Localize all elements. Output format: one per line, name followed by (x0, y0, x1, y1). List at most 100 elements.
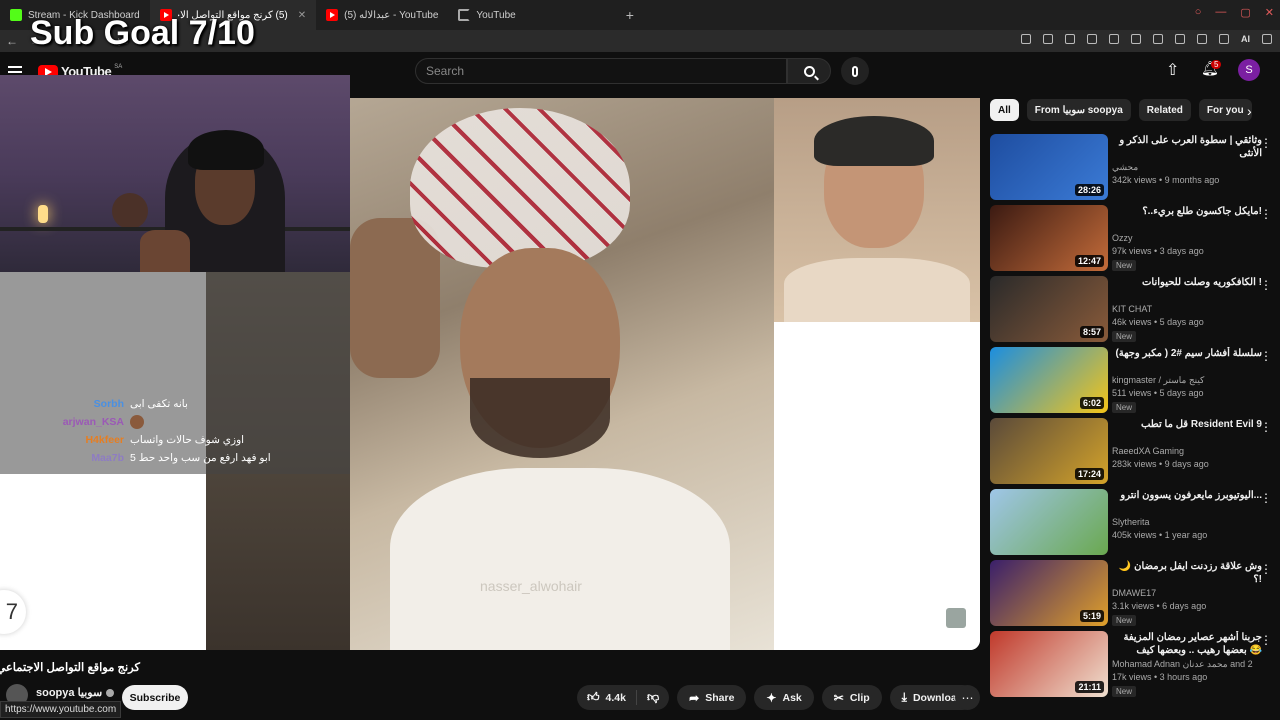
new-badge: New (1112, 331, 1137, 342)
recommendation-meta: 46k views • 5 days ago (1112, 317, 1204, 327)
clip-label: Clip (849, 691, 870, 704)
more-options-icon[interactable]: ⋮ (1260, 278, 1272, 292)
like-button[interactable]: 👍︎ 4.4k (577, 685, 636, 710)
new-tab-button[interactable]: + (616, 7, 644, 23)
recommendation-card[interactable]: 17:24 قل ما تطب Resident Evil 9 RaeedXA Ga… (990, 418, 1280, 486)
chat-text: ابو فهد ارفع من سب واحد حط 5 (130, 452, 271, 464)
recommendation-channel[interactable]: KIT CHAT (1112, 304, 1152, 314)
puzzle-icon[interactable] (1153, 34, 1163, 44)
share-icon: ➦ (689, 690, 700, 705)
voice-search-button[interactable] (841, 57, 869, 85)
recommendation-title[interactable]: قل ما تطب Resident Evil 9 (1112, 418, 1262, 431)
close-tab-icon[interactable]: ✕ (298, 10, 306, 21)
recommendation-card[interactable]: 28:26 وثائقي | سطوة العرب على الذكر و الأ… (990, 134, 1280, 202)
video-thumbnail[interactable]: 28:26 (990, 134, 1108, 200)
recommendation-title[interactable]: سلسلة أفشار سيم #2 ( مكبر وجهة) (1112, 347, 1262, 360)
recommendation-title[interactable]: اليوتيوبرز مايعرفون يسوون انترو... (1112, 489, 1262, 502)
search-tabs-icon[interactable]: ○ (1195, 6, 1202, 19)
chevron-right-icon[interactable]: › (1247, 103, 1252, 119)
filter-chips: All From سوبيا soopya Related For you (990, 98, 1280, 122)
bookmark-icon[interactable] (1109, 34, 1119, 44)
play-icon[interactable] (1087, 34, 1097, 44)
recommendation-channel[interactable]: DMAWE17 (1112, 588, 1156, 598)
pip-cap (814, 116, 934, 166)
video-thumbnail[interactable]: 17:24 (990, 418, 1108, 484)
recommendation-card[interactable]: 6:02 سلسلة أفشار سيم #2 ( مكبر وجهة) kingm… (990, 347, 1280, 415)
recommendation-meta: 342k views • 9 months ago (1112, 175, 1220, 185)
recommendation-card[interactable]: 8:57 الكافكوريه وصلت للحيوانات ! KIT CHAT 4… (990, 276, 1280, 344)
video-thumbnail[interactable]: 21:11 (990, 631, 1108, 697)
new-badge: New (1112, 686, 1137, 697)
more-options-icon[interactable]: ⋮ (1260, 491, 1272, 505)
recommendation-card[interactable]: 5:19 وش علاقة رزدنت ايفل برمضان 🌙 ؟! DMAWE… (990, 560, 1280, 628)
dislike-button[interactable]: 👎︎ (637, 685, 669, 710)
recommendation-card[interactable]: اليوتيوبرز مايعرفون يسوون انترو... Slythe… (990, 489, 1280, 557)
subscribe-button[interactable]: Subscribe (122, 685, 188, 710)
tab-youtube-channel[interactable]: (5) عبدالاله - YouTube (316, 0, 448, 30)
chip-all[interactable]: All (990, 99, 1019, 121)
extension-icon[interactable] (1021, 34, 1031, 44)
recommendation-channel[interactable]: Ozzy (1112, 233, 1133, 243)
clip-button[interactable]: ✂ Clip (821, 685, 882, 710)
more-options-icon[interactable]: ⋮ (1260, 420, 1272, 434)
chip-related[interactable]: Related (1138, 99, 1191, 121)
recommendation-title[interactable]: وثائقي | سطوة العرب على الذكر و الأنثى (1112, 134, 1262, 160)
chip-for-you[interactable]: For you (1198, 99, 1252, 121)
recommendation-meta: 3.1k views • 6 days ago (1112, 601, 1207, 611)
channel-name[interactable]: soopya سوبيا (36, 686, 115, 699)
recommendation-channel[interactable]: kingmaster / كينج ماستر (1112, 375, 1204, 386)
menu-icon[interactable] (1262, 34, 1272, 44)
more-actions-button[interactable]: ⋯ (955, 685, 980, 710)
share-label: Share (705, 691, 735, 704)
recommendation-channel[interactable]: Mohamad Adnan محمد عدنان and 2 (1112, 659, 1253, 670)
more-options-icon[interactable]: ⋮ (1260, 136, 1272, 150)
thumbs-up-icon: 👍︎ (587, 690, 600, 704)
recommendation-card[interactable]: 21:11 جربنا أشهر عصاير رمضان المزيفة 😂 بع… (990, 631, 1280, 699)
heart-icon[interactable] (1131, 34, 1141, 44)
tab-youtube[interactable]: YouTube (448, 0, 525, 30)
scissors-icon: ✂ (833, 690, 844, 705)
ask-button[interactable]: ✦ Ask (754, 685, 814, 710)
recommendation-title[interactable]: مايكل جاكسون طلع بريء..؟! (1112, 205, 1262, 218)
recommendation-title[interactable]: وش علاقة رزدنت ايفل برمضان 🌙 ؟! (1112, 560, 1262, 586)
download-icon[interactable] (1197, 34, 1207, 44)
duration-badge: 6:02 (1079, 397, 1104, 409)
gift-icon[interactable] (1219, 34, 1229, 44)
video-thumbnail[interactable]: 8:57 (990, 276, 1108, 342)
more-options-icon[interactable]: ⋮ (1260, 349, 1272, 363)
close-window-icon[interactable]: ✕ (1265, 6, 1274, 19)
recommendation-channel[interactable]: محشي (1112, 162, 1138, 173)
ai-icon[interactable]: AI (1241, 34, 1250, 44)
chip-from-channel[interactable]: From سوبيا soopya (1026, 99, 1131, 121)
upload-icon[interactable]: ⇧ (1166, 60, 1179, 80)
search-input[interactable]: Search (415, 58, 787, 84)
tab-label: YouTube (476, 9, 516, 21)
video-thumbnail[interactable] (990, 489, 1108, 555)
video-thumbnail[interactable]: 5:19 (990, 560, 1108, 626)
minimize-icon[interactable]: — (1215, 6, 1226, 19)
chat-message: Maa7b ابو فهد ارفع من سب واحد حط 5 (0, 449, 340, 467)
maximize-icon[interactable]: ▢ (1240, 6, 1250, 19)
recommendation-title[interactable]: جربنا أشهر عصاير رمضان المزيفة 😂 بعضها ر… (1112, 631, 1262, 657)
youtube-icon (326, 9, 339, 21)
recommendation-title[interactable]: الكافكوريه وصلت للحيوانات ! (1112, 276, 1262, 289)
share-button[interactable]: ➦ Share (677, 685, 747, 710)
video-thobe (390, 468, 730, 650)
shield-icon[interactable] (1065, 34, 1075, 44)
back-icon[interactable]: ← (0, 34, 24, 48)
video-beard (470, 378, 610, 458)
sidebar-icon[interactable] (1175, 34, 1185, 44)
search-placeholder: Search (426, 64, 465, 78)
streamer-hand (140, 230, 190, 272)
more-options-icon[interactable]: ⋮ (1260, 633, 1272, 647)
recommendation-channel[interactable]: Slytherita (1112, 517, 1150, 527)
recommendation-channel[interactable]: RaeedXA Gaming (1112, 446, 1184, 456)
account-avatar[interactable]: S (1238, 59, 1260, 81)
recommendation-card[interactable]: 12:47 مايكل جاكسون طلع بريء..؟! Ozzy 97k vi… (990, 205, 1280, 273)
search-button[interactable] (787, 58, 831, 84)
more-options-icon[interactable]: ⋮ (1260, 207, 1272, 221)
video-thumbnail[interactable]: 12:47 (990, 205, 1108, 271)
more-options-icon[interactable]: ⋮ (1260, 562, 1272, 576)
video-thumbnail[interactable]: 6:02 (990, 347, 1108, 413)
extension-icon[interactable] (1043, 34, 1053, 44)
